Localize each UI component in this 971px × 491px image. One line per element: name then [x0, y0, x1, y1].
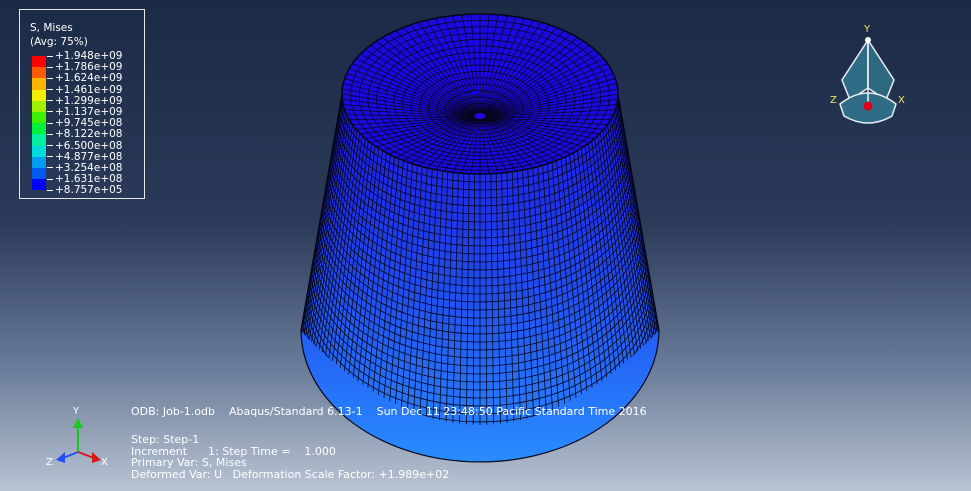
legend-color-swatch [32, 134, 46, 146]
triad-label-x: X [101, 457, 108, 468]
deformed-var-info-line: Deformed Var: U Deformation Scale Factor… [131, 467, 450, 481]
view-cube-label-x: X [898, 95, 905, 106]
legend-values: +1.948e+09 +1.786e+09 +1.624e+09 +1.461e… [47, 50, 122, 196]
legend-color-swatch [32, 156, 46, 168]
primary-var-info-line: Primary Var: S, Mises [131, 456, 247, 469]
view-cube-label-y: Y [863, 24, 871, 35]
legend-color-swatch [32, 67, 46, 79]
view-orientation-cube[interactable]: Y Z X [828, 20, 908, 130]
legend-color-bar [32, 56, 46, 191]
legend-color-swatch [32, 179, 46, 191]
triad-x-arrowhead [92, 452, 101, 463]
triad-label-z: Z [46, 457, 53, 468]
legend-color-swatch [32, 145, 46, 157]
legend-color-swatch [32, 167, 46, 180]
triad-z-axis [62, 451, 79, 459]
legend-value: +6.500e+08 [47, 140, 122, 152]
coordinate-triad: Y X Z [46, 406, 108, 468]
triad-x-axis [77, 451, 95, 459]
view-cube-origin-node [863, 101, 873, 111]
legend-color-swatch [32, 89, 46, 101]
odb-info-line: ODB: Job-1.odb Abaqus/Standard 6.13-1 Su… [131, 405, 647, 418]
legend-color-swatch [32, 100, 46, 112]
view-cube-top-node [865, 37, 871, 43]
legend-value: +8.122e+08 [47, 129, 122, 140]
contour-legend[interactable]: S, Mises (Avg: 75%) +1.948e+09 +1.786e+0… [19, 9, 145, 199]
legend-value: +8.757e+05 [47, 185, 122, 196]
triad-z-arrowhead [56, 452, 65, 463]
model-viewport[interactable]: S, Mises (Avg: 75%) +1.948e+09 +1.786e+0… [0, 0, 971, 491]
triad-label-y: Y [72, 406, 80, 417]
legend-color-swatch [32, 111, 46, 124]
legend-subtitle: (Avg: 75%) [30, 36, 88, 48]
legend-color-swatch [32, 123, 46, 135]
legend-color-swatch [32, 78, 46, 90]
legend-value: +1.624e+09 [47, 73, 122, 84]
triad-y-arrowhead [73, 418, 83, 428]
legend-color-swatch [32, 56, 46, 68]
view-cube-top-face[interactable] [841, 37, 869, 102]
step-info-line: Step: Step-1 [131, 433, 200, 446]
view-cube-right-face[interactable] [867, 37, 895, 102]
view-cube-label-z: Z [830, 95, 837, 106]
legend-title: S, Mises [30, 22, 73, 34]
